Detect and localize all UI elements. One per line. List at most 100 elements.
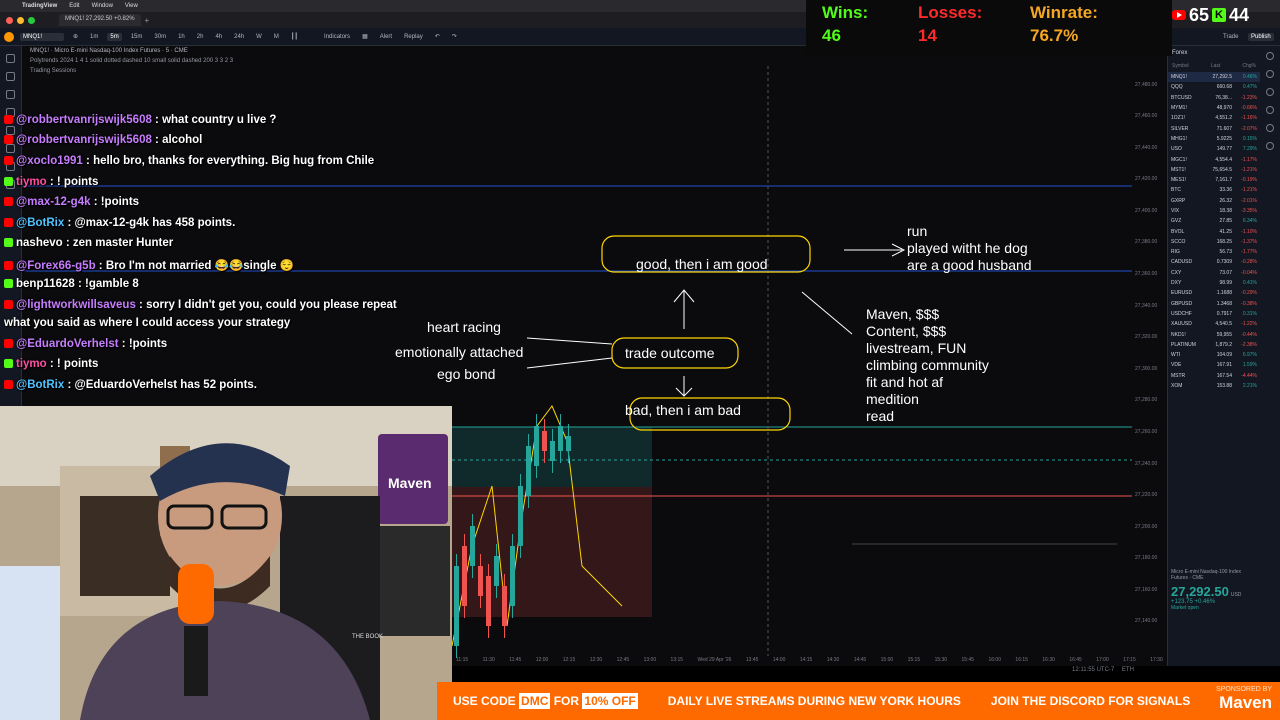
redo-icon[interactable]: ↷ xyxy=(449,32,460,41)
replay-button[interactable]: Replay xyxy=(401,33,426,41)
watchlist-last: 26.32 xyxy=(1219,197,1232,204)
candle-body xyxy=(566,436,571,451)
wb-husband: are a good husband xyxy=(907,257,1032,273)
interval-15m[interactable]: 15m xyxy=(128,33,146,41)
watchlist-title[interactable]: Forex xyxy=(1168,46,1260,60)
price-tick: 27,140.00 xyxy=(1135,618,1158,625)
trendline-icon[interactable] xyxy=(6,72,15,81)
chat-username[interactable]: @robbertvanrijswijk5608 xyxy=(16,134,152,146)
trade-button[interactable]: Trade xyxy=(1220,33,1241,41)
watchlist-row[interactable]: BVOL 41.25 -1.10% xyxy=(1168,226,1260,236)
watchlist-row[interactable]: GXRP 26.32 -2.01% xyxy=(1168,196,1260,206)
watchlist-row[interactable]: USO 149.77 7.29% xyxy=(1168,144,1260,154)
interval-1h[interactable]: 1h xyxy=(175,33,188,41)
watchlist-row[interactable]: BTC 33.36 -1.21% xyxy=(1168,185,1260,195)
chat-username[interactable]: @robbertvanrijswijk5608 xyxy=(16,114,152,126)
publish-button[interactable]: Publish xyxy=(1248,32,1274,41)
discord-text[interactable]: JOIN THE DISCORD FOR SIGNALS xyxy=(991,694,1190,708)
watchlist-row[interactable]: XAUUSD 4,540.5 -1.22% xyxy=(1168,319,1260,329)
time-axis[interactable]: 11:15 11:30 11:45 12:00 12:15 12:30 12:45 13:00… xyxy=(452,654,1167,666)
maximize-window-icon[interactable] xyxy=(28,16,35,24)
interval-5m[interactable]: 5m xyxy=(107,32,122,41)
chat-text: : ! points xyxy=(46,176,99,188)
watchlist-sym: VDE xyxy=(1171,362,1182,369)
chat-username[interactable]: tiymo xyxy=(16,176,47,188)
chat-username[interactable]: @max-12-g4k xyxy=(16,196,91,208)
chat-username[interactable]: @BotRix xyxy=(16,379,64,391)
chat-username[interactable]: @EduardoVerhelst xyxy=(16,338,119,350)
watchlist-row[interactable]: GBPUSD 1.3468 -0.38% xyxy=(1168,299,1260,309)
watchlist-row[interactable]: CADUSD 0.7309 -0.28% xyxy=(1168,257,1260,267)
alert-button[interactable]: Alert xyxy=(377,33,395,41)
close-window-icon[interactable] xyxy=(6,16,13,24)
watchlist-row[interactable]: RIG 56.73 -1.77% xyxy=(1168,247,1260,257)
undo-icon[interactable]: ↶ xyxy=(432,32,443,41)
alerts-icon[interactable] xyxy=(1266,70,1274,78)
watchlist-row[interactable]: NKD1! 59,955 -0.44% xyxy=(1168,329,1260,339)
menu-item-window[interactable]: Window xyxy=(92,3,113,9)
menu-item-edit[interactable]: Edit xyxy=(69,3,79,9)
menu-app-name[interactable]: TradingView xyxy=(22,3,57,9)
watchlist-row[interactable]: USDCHF 0.7917 0.31% xyxy=(1168,309,1260,319)
crosshair-icon[interactable] xyxy=(6,54,15,63)
watchlist-row[interactable]: MHG1! 5.9225 0.15% xyxy=(1168,134,1260,144)
watchlist-row[interactable]: MSTR 167.54 -4.44% xyxy=(1168,371,1260,381)
new-tab-icon[interactable]: + xyxy=(145,16,150,25)
ideas-icon[interactable] xyxy=(1266,142,1274,150)
watchlist-row[interactable]: VDE 167.91 1.59% xyxy=(1168,360,1260,370)
chat-username[interactable]: tiymo xyxy=(16,358,47,370)
symbol-search[interactable]: MNQ1! xyxy=(20,32,64,41)
interval-m[interactable]: M xyxy=(271,33,282,41)
interval-w[interactable]: W xyxy=(253,33,265,41)
layout-icon[interactable]: ▦ xyxy=(359,32,371,41)
candles-icon[interactable]: ┃┃ xyxy=(288,32,301,41)
chat-username[interactable]: nashevo xyxy=(16,237,63,249)
watchlist-row[interactable]: DXY 98.99 0.41% xyxy=(1168,278,1260,288)
interval-2h[interactable]: 2h xyxy=(194,33,207,41)
browser-tab[interactable]: MNQ1! 27,292.50 +0.82% xyxy=(59,14,141,26)
indicators-button[interactable]: Indicators xyxy=(321,33,353,41)
watchlist-row[interactable]: MST1! 75,654.5 -1.21% xyxy=(1168,165,1260,175)
watchlist-row[interactable]: MGC1! 4,554.4 -1.17% xyxy=(1168,154,1260,164)
watchlist-last: 73.07 xyxy=(1219,269,1232,276)
compare-icon[interactable]: ⊕ xyxy=(70,32,81,41)
watchlist-row[interactable]: WTI 104.09 6.97% xyxy=(1168,350,1260,360)
interval-1m[interactable]: 1m xyxy=(87,33,101,41)
chat-message: benp11628 : !gamble 8 xyxy=(4,278,139,290)
price-axis[interactable]: 27,500.0027,480.0027,460.0027,440.0027,4… xyxy=(1133,46,1167,656)
watchlist-row[interactable]: VIX 18.38 -3.35% xyxy=(1168,206,1260,216)
stream-chat: @robbertvanrijswijk5608 : what country u… xyxy=(0,96,460,396)
watchlist-row[interactable]: MYM1! 48,970 -0.66% xyxy=(1168,103,1260,113)
watchlist-row[interactable]: BTCUSD 76,38... -1.23% xyxy=(1168,93,1260,103)
calendar-icon[interactable] xyxy=(1266,106,1274,114)
chat-username[interactable]: benp11628 xyxy=(16,278,75,290)
news-icon[interactable] xyxy=(1266,88,1274,96)
chat-username[interactable]: @BotRix xyxy=(16,217,64,229)
watchlist-icon[interactable] xyxy=(1266,52,1274,60)
watchlist-row[interactable]: SILVER 71.607 -2.07% xyxy=(1168,123,1260,133)
watchlist-row[interactable]: XOM 153.88 2.21% xyxy=(1168,381,1260,391)
chat-username[interactable]: @xoclo1991 xyxy=(16,155,83,167)
watchlist-row[interactable]: MNQ1! 27,292.5 0.46% xyxy=(1168,72,1260,83)
wb-maven-line: fit and hot af xyxy=(866,374,944,390)
time-tick: 15:45 xyxy=(961,657,975,663)
watchlist-row[interactable]: GVZ 27.85 6.34% xyxy=(1168,216,1260,226)
interval-4h[interactable]: 4h xyxy=(212,33,225,41)
watchlist-row[interactable]: MES1! 7,161.7 -0.19% xyxy=(1168,175,1260,185)
interval-24h[interactable]: 24h xyxy=(231,33,247,41)
minimize-window-icon[interactable] xyxy=(17,16,24,24)
watchlist-row[interactable]: SCCO 168.25 -1.37% xyxy=(1168,237,1260,247)
chat-username[interactable]: @Forex66-g5b xyxy=(16,260,96,272)
interval-30m[interactable]: 30m xyxy=(151,33,169,41)
watchlist-row[interactable]: PLATINUM 1,879.2 -2.38% xyxy=(1168,340,1260,350)
menu-item-view[interactable]: View xyxy=(125,3,138,9)
watchlist-row[interactable]: 1OZ1! 4,551.2 -1.16% xyxy=(1168,113,1260,123)
watchlist-row[interactable]: QQQ 660.68 0.47% xyxy=(1168,82,1260,92)
watchlist-row[interactable]: CXY 73.07 -0.04% xyxy=(1168,268,1260,278)
youtube-badge-icon xyxy=(4,135,13,145)
chat-username[interactable]: @lightworkwillsaveus xyxy=(16,299,136,311)
watchlist-row[interactable]: EURUSD 1.1688 -0.29% xyxy=(1168,288,1260,298)
chat-icon[interactable] xyxy=(1266,124,1274,132)
user-avatar[interactable] xyxy=(4,31,14,42)
wb-maven-line: livestream, FUN xyxy=(866,340,967,356)
